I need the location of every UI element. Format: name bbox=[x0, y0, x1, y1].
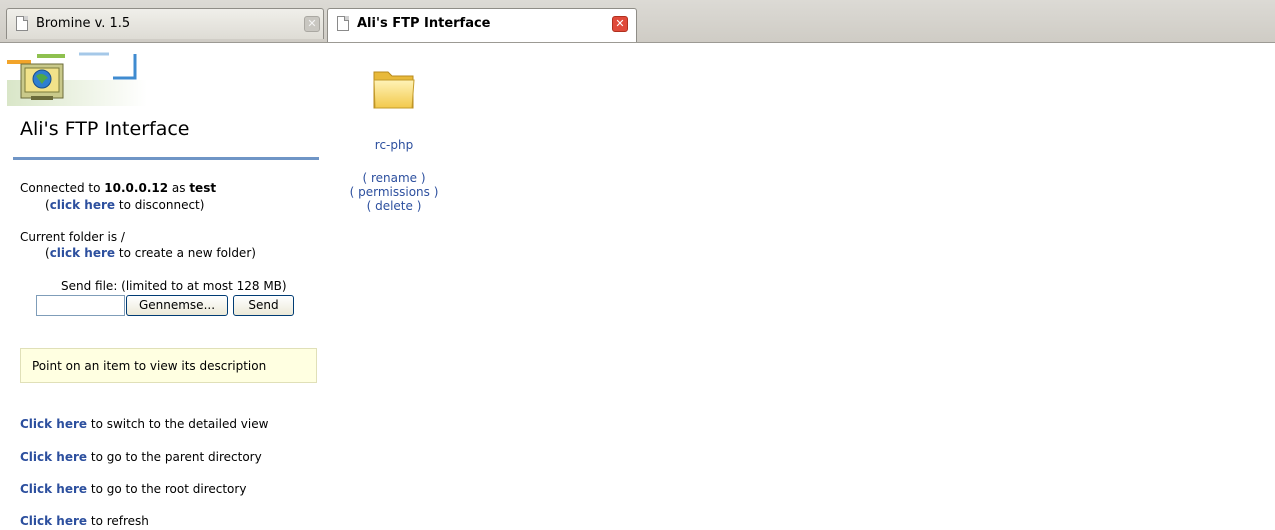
folder-name-link[interactable]: rc-php bbox=[354, 138, 434, 152]
action-detailed-view: Click here to switch to the detailed vie… bbox=[20, 417, 269, 431]
tab-label: Ali's FTP Interface bbox=[357, 16, 491, 31]
tab-ftp-interface[interactable]: Ali's FTP Interface ✕ bbox=[327, 8, 637, 42]
description-text: Point on an item to view its description bbox=[32, 359, 267, 373]
disconnect-line: (click here to disconnect) bbox=[45, 198, 205, 212]
page-title: Ali's FTP Interface bbox=[20, 118, 190, 140]
tab-bromine[interactable]: Bromine v. 1.5 ✕ bbox=[6, 8, 324, 39]
send-file-label: Send file: (limited to at most 128 MB) bbox=[61, 279, 287, 293]
create-folder-link[interactable]: click here bbox=[50, 246, 115, 260]
tab-label: Bromine v. 1.5 bbox=[36, 16, 131, 31]
rename-link[interactable]: ( rename ) bbox=[344, 171, 444, 185]
page-icon bbox=[337, 16, 349, 31]
host-value: 10.0.0.12 bbox=[104, 181, 169, 195]
disconnect-link[interactable]: click here bbox=[50, 198, 115, 212]
folder-icon[interactable] bbox=[371, 64, 417, 112]
current-folder: Current folder is / bbox=[20, 230, 125, 244]
browse-button[interactable]: Gennemse... bbox=[126, 295, 228, 316]
root-directory-link[interactable]: Click here bbox=[20, 482, 87, 496]
send-button[interactable]: Send bbox=[233, 295, 294, 316]
refresh-link[interactable]: Click here bbox=[20, 514, 87, 528]
close-icon[interactable]: ✕ bbox=[612, 16, 628, 32]
connection-status: Connected to 10.0.0.12 as test bbox=[20, 181, 217, 195]
action-root-directory: Click here to go to the root directory bbox=[20, 482, 247, 496]
tab-bar: Bromine v. 1.5 ✕ Ali's FTP Interface ✕ bbox=[0, 0, 1275, 43]
action-refresh: Click here to refresh bbox=[20, 514, 149, 528]
delete-link[interactable]: ( delete ) bbox=[344, 199, 444, 213]
action-parent-directory: Click here to go to the parent directory bbox=[20, 450, 262, 464]
new-folder-line: (click here to create a new folder) bbox=[45, 246, 256, 260]
page-icon bbox=[16, 16, 28, 31]
permissions-link[interactable]: ( permissions ) bbox=[334, 185, 454, 199]
divider bbox=[13, 157, 319, 160]
close-icon[interactable]: ✕ bbox=[304, 16, 320, 32]
description-box: Point on an item to view its description bbox=[20, 348, 317, 383]
detailed-view-link[interactable]: Click here bbox=[20, 417, 87, 431]
parent-directory-link[interactable]: Click here bbox=[20, 450, 87, 464]
ftp-logo-icon bbox=[7, 52, 147, 106]
file-path-input[interactable] bbox=[36, 295, 125, 316]
user-value: test bbox=[189, 181, 217, 195]
